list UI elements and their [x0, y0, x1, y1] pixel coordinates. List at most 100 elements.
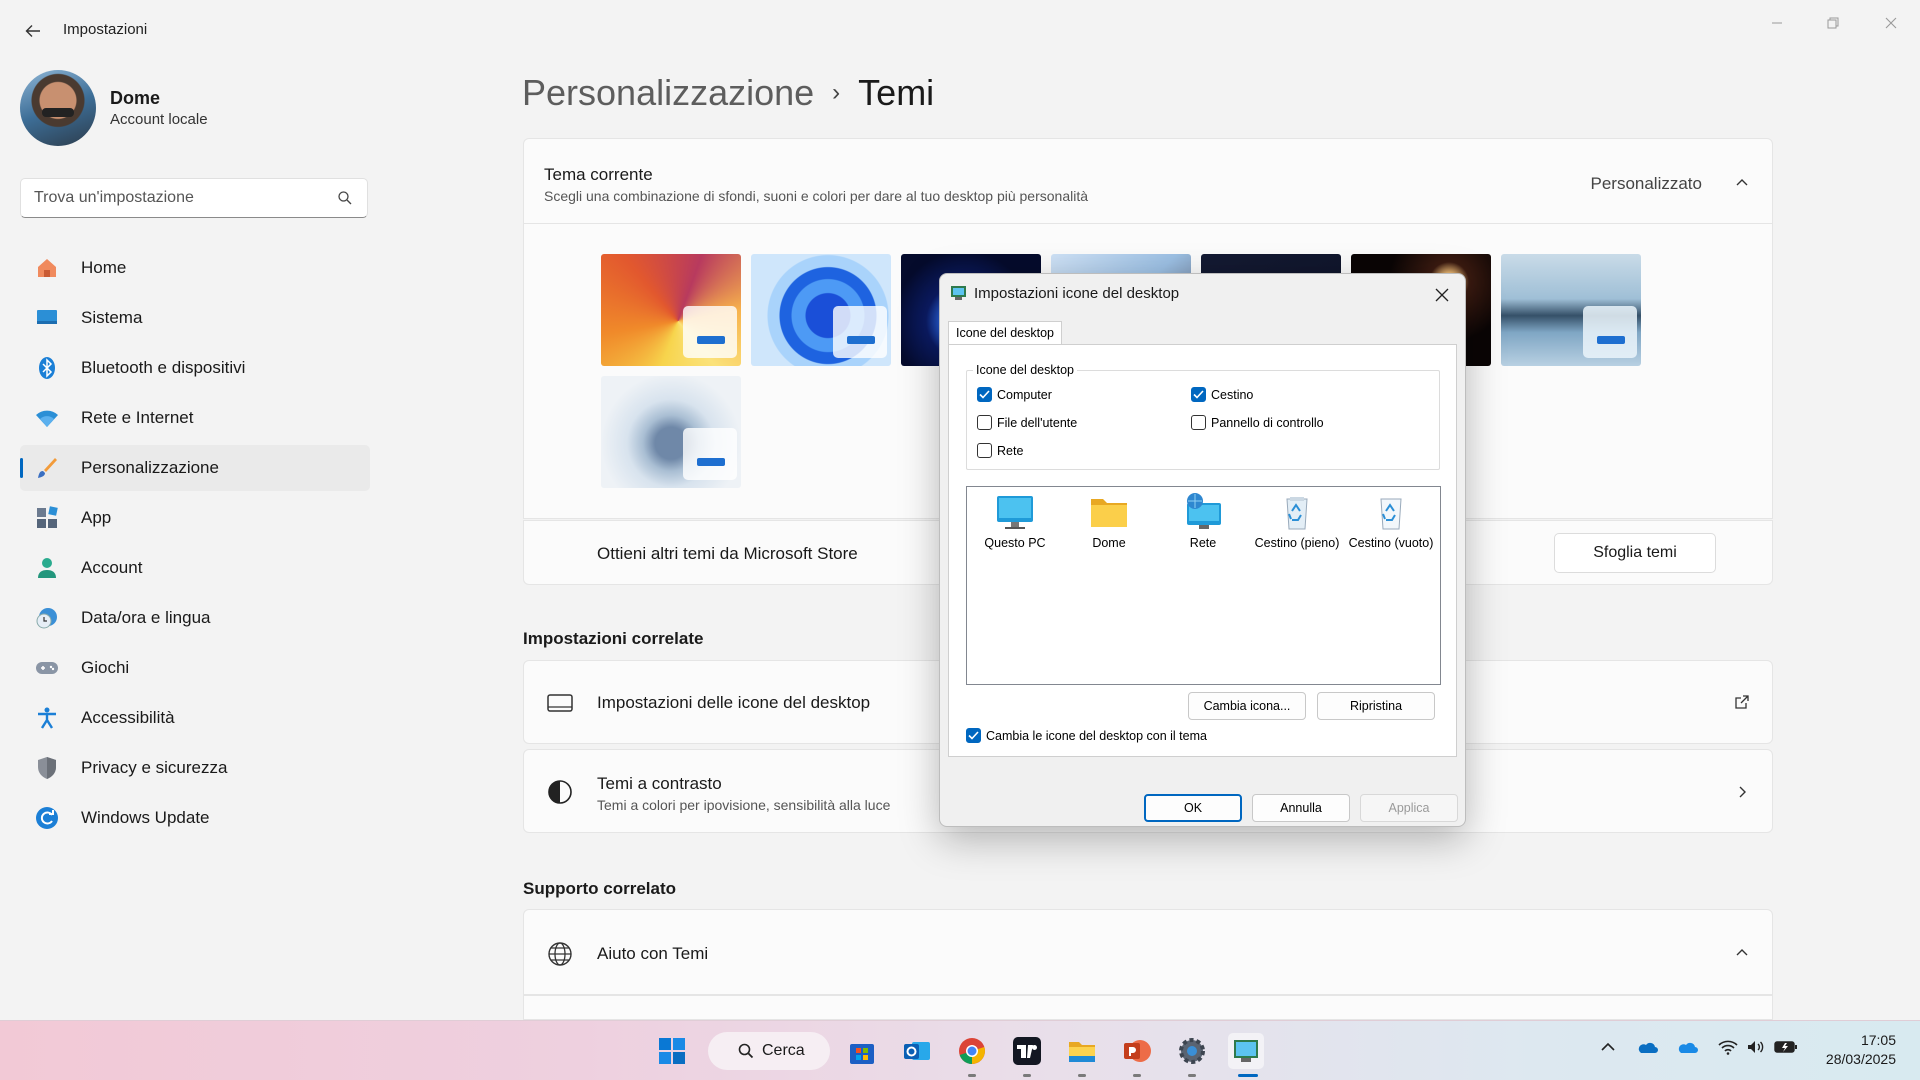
chevron-up-icon[interactable] — [1734, 945, 1750, 961]
battery-icon[interactable] — [1774, 1039, 1798, 1055]
chevron-up-icon[interactable] — [1600, 1039, 1616, 1055]
avatar[interactable] — [20, 70, 96, 146]
related-support-heading: Supporto correlato — [523, 879, 677, 898]
checkbox-label: Cambia le icone del desktop con il tema — [986, 728, 1207, 743]
list-item-rete[interactable]: Rete — [1156, 493, 1250, 550]
breadcrumb-separator: › — [832, 79, 841, 106]
sidebar-item-label: Accessibilità — [81, 708, 175, 727]
desktop-icons-group: Icone del desktop Computer Cestino File … — [966, 363, 1440, 470]
sidebar-item-giochi[interactable]: Giochi — [20, 645, 370, 691]
list-item-label: Rete — [1189, 536, 1217, 550]
chevron-up-icon[interactable] — [1734, 175, 1750, 191]
start-windows-icon[interactable] — [654, 1033, 690, 1069]
sidebar-item-accessibilita[interactable]: Accessibilità — [20, 695, 370, 741]
checkbox-label: File dell'utente — [997, 415, 1078, 430]
desktop-settings-app-icon — [951, 286, 966, 300]
search-input[interactable] — [21, 179, 311, 217]
checkbox-cestino[interactable]: Cestino — [1191, 387, 1253, 402]
breadcrumb-parent[interactable]: Personalizzazione — [522, 72, 814, 113]
sidebar-item-data-ora[interactable]: Data/ora e lingua — [20, 595, 370, 641]
volume-icon[interactable] — [1746, 1039, 1766, 1055]
list-item-questo-pc[interactable]: Questo PC — [968, 493, 1062, 550]
powerpoint-icon[interactable] — [1119, 1033, 1155, 1069]
list-item-label: Cestino (vuoto) — [1348, 536, 1434, 550]
computer-icon — [993, 493, 1037, 531]
taskbar-search-label: Cerca — [762, 1042, 805, 1059]
checkbox-change-with-theme[interactable]: Cambia le icone del desktop con il tema — [966, 728, 1207, 743]
restore-default-button[interactable]: Ripristina — [1317, 692, 1435, 720]
back-arrow-icon[interactable] — [20, 18, 46, 44]
sidebar-item-privacy[interactable]: Privacy e sicurezza — [20, 745, 370, 791]
theme-thumbnail[interactable] — [751, 254, 891, 366]
theme-thumbnail[interactable] — [601, 376, 741, 488]
sidebar-item-label: Privacy e sicurezza — [81, 758, 228, 777]
sidebar-item-sistema[interactable]: Sistema — [20, 295, 370, 341]
sidebar-item-rete[interactable]: Rete e Internet — [20, 395, 370, 441]
tab-desktop-icons[interactable]: Icone del desktop — [948, 321, 1062, 345]
checkbox-computer[interactable]: Computer — [977, 387, 1052, 402]
search-icon[interactable] — [337, 190, 353, 206]
apps-icon — [34, 505, 60, 531]
help-with-themes-row[interactable]: Aiuto con Temi — [523, 909, 1773, 995]
settings-gear-icon[interactable] — [1174, 1033, 1210, 1069]
outlook-icon[interactable] — [899, 1033, 935, 1069]
checkbox-file-utente[interactable]: File dell'utente — [977, 415, 1077, 430]
current-theme-header[interactable]: Tema corrente Scegli una combinazione di… — [523, 138, 1773, 224]
checkbox-unchecked-icon[interactable] — [977, 443, 992, 458]
sidebar-item-windows-update[interactable]: Windows Update — [20, 795, 370, 841]
chrome-icon[interactable] — [954, 1033, 990, 1069]
close-button[interactable] — [1868, 8, 1914, 38]
microsoft-store-icon[interactable] — [844, 1033, 880, 1069]
list-item-cestino-vuoto[interactable]: Cestino (vuoto) — [1344, 493, 1438, 550]
sidebar-item-account[interactable]: Account — [20, 545, 370, 591]
list-item-dome[interactable]: Dome — [1062, 493, 1156, 550]
change-icon-button[interactable]: Cambia icona... — [1188, 692, 1306, 720]
recycle-bin-empty-icon — [1369, 493, 1413, 531]
desktop-icon-settings-taskbar-icon[interactable] — [1228, 1033, 1264, 1069]
apply-button[interactable]: Applica — [1360, 794, 1458, 822]
dialog-close-icon[interactable] — [1429, 282, 1455, 308]
cancel-button[interactable]: Annulla — [1252, 794, 1350, 822]
gamepad-icon — [34, 655, 60, 681]
current-theme-value: Personalizzato — [1590, 174, 1702, 193]
checkbox-rete[interactable]: Rete — [977, 443, 1023, 458]
minimize-button[interactable] — [1754, 8, 1800, 38]
browse-themes-button[interactable]: Sfoglia temi — [1554, 533, 1716, 573]
search-icon — [738, 1043, 754, 1059]
checkbox-checked-icon[interactable] — [966, 728, 981, 743]
sidebar-item-home[interactable]: Home — [20, 245, 370, 291]
settings-search-box[interactable] — [20, 178, 368, 218]
wifi-icon[interactable] — [1718, 1039, 1738, 1055]
sidebar-item-label: Personalizzazione — [81, 458, 219, 477]
ok-button[interactable]: OK — [1144, 794, 1242, 822]
checkbox-unchecked-icon[interactable] — [1191, 415, 1206, 430]
file-explorer-icon[interactable] — [1064, 1033, 1100, 1069]
clock-globe-icon — [34, 605, 60, 631]
chevron-right-icon[interactable] — [1734, 784, 1750, 800]
sidebar-item-label: Giochi — [81, 658, 130, 677]
checkbox-pannello-controllo[interactable]: Pannello di controllo — [1191, 415, 1324, 430]
checkbox-label: Computer — [997, 387, 1052, 402]
external-link-icon[interactable] — [1734, 694, 1750, 710]
theme-thumbnail[interactable] — [1501, 254, 1641, 366]
checkbox-unchecked-icon[interactable] — [977, 415, 992, 430]
clock[interactable]: 17:05 28/03/2025 — [1826, 1031, 1896, 1069]
restore-button[interactable] — [1810, 8, 1856, 38]
checkbox-checked-icon[interactable] — [1191, 387, 1206, 402]
help-with-themes-label: Aiuto con Temi — [597, 944, 709, 963]
onedrive-icon[interactable] — [1636, 1039, 1658, 1055]
checkbox-checked-icon[interactable] — [977, 387, 992, 402]
list-item-label: Cestino (pieno) — [1254, 536, 1340, 550]
tradingview-icon[interactable] — [1009, 1033, 1045, 1069]
sidebar-item-bluetooth[interactable]: Bluetooth e dispositivi — [20, 345, 370, 391]
sidebar-item-personalizzazione[interactable]: Personalizzazione — [20, 445, 370, 491]
taskbar: Cerca 17:05 28/03/2025 — [0, 1020, 1920, 1080]
taskbar-search[interactable]: Cerca — [708, 1032, 830, 1070]
brush-icon — [34, 455, 60, 481]
list-item-cestino-pieno[interactable]: Cestino (pieno) — [1250, 493, 1344, 550]
onedrive-icon[interactable] — [1676, 1039, 1698, 1055]
recycle-bin-full-icon — [1275, 493, 1319, 531]
theme-thumbnail[interactable] — [601, 254, 741, 366]
sidebar-item-app[interactable]: App — [20, 495, 370, 541]
list-item-label: Questo PC — [984, 536, 1046, 550]
